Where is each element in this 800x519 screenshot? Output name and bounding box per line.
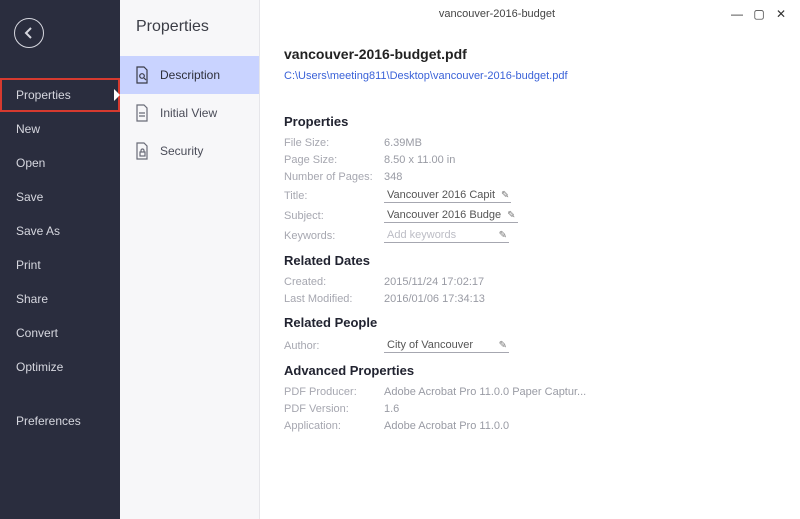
section-heading-advanced: Advanced Properties [284,363,776,378]
subpanel-item-label: Security [160,144,203,158]
section-heading-properties: Properties [284,114,776,129]
producer-label: PDF Producer: [284,386,384,398]
author-field[interactable]: City of Vancouver ✎ [384,338,509,353]
keywords-label: Keywords: [284,230,384,242]
pencil-icon: ✎ [499,340,507,351]
document-lock-icon [134,142,150,160]
title-field[interactable]: Vancouver 2016 Capit ✎ [384,188,511,203]
main-area: vancouver-2016-budget — ▢ ✕ vancouver-20… [260,0,800,519]
file-size-label: File Size: [284,137,384,149]
subpanel-item-security[interactable]: Security [120,132,259,170]
pencil-icon: ✎ [507,210,515,221]
subpanel-item-label: Initial View [160,106,217,120]
subpanel-title: Properties [120,18,259,56]
rail-item-optimize[interactable]: Optimize [0,350,120,384]
document-filename: vancouver-2016-budget.pdf [284,46,776,62]
num-pages-label: Number of Pages: [284,171,384,183]
chevron-left-icon [23,27,35,39]
title-field-text: Vancouver 2016 Capit [387,189,495,201]
application-value: Adobe Acrobat Pro 11.0.0 [384,420,509,432]
subject-field[interactable]: Vancouver 2016 Budge ✎ [384,208,518,223]
properties-subpanel: Properties Description Initial View Secu… [120,0,260,519]
document-search-icon [134,66,150,84]
subpanel-item-initial-view[interactable]: Initial View [120,94,259,132]
rail-item-save[interactable]: Save [0,180,120,214]
version-value: 1.6 [384,403,399,415]
page-size-value: 8.50 x 11.00 in [384,154,455,166]
subject-label: Subject: [284,210,384,222]
close-button[interactable]: ✕ [770,7,792,21]
document-path-link[interactable]: C:\Users\meeting811\Desktop\vancouver-20… [284,70,568,82]
application-label: Application: [284,420,384,432]
modified-label: Last Modified: [284,293,384,305]
modified-value: 2016/01/06 17:34:13 [384,293,485,305]
rail-item-preferences[interactable]: Preferences [0,404,120,438]
section-heading-people: Related People [284,315,776,330]
section-heading-dates: Related Dates [284,253,776,268]
pencil-icon: ✎ [499,230,507,241]
titlebar-document-name: vancouver-2016-budget [268,8,726,20]
rail-item-properties[interactable]: Properties [0,78,120,112]
subject-field-text: Vancouver 2016 Budge [387,209,501,221]
minimize-button[interactable]: — [726,7,748,21]
producer-value: Adobe Acrobat Pro 11.0.0 Paper Captur... [384,386,586,398]
version-label: PDF Version: [284,403,384,415]
author-label: Author: [284,340,384,352]
subpanel-item-label: Description [160,68,220,82]
rail-item-save-as[interactable]: Save As [0,214,120,248]
maximize-button[interactable]: ▢ [748,7,770,21]
back-button[interactable] [14,18,44,48]
subpanel-item-description[interactable]: Description [120,56,259,94]
created-label: Created: [284,276,384,288]
rail-item-convert[interactable]: Convert [0,316,120,350]
document-view-icon [134,104,150,122]
file-size-value: 6.39MB [384,137,422,149]
rail-item-new[interactable]: New [0,112,120,146]
keywords-field[interactable]: Add keywords ✎ [384,228,509,243]
content: vancouver-2016-budget.pdf C:\Users\meeti… [260,28,800,455]
num-pages-value: 348 [384,171,402,183]
titlebar: vancouver-2016-budget — ▢ ✕ [260,0,800,28]
created-value: 2015/11/24 17:02:17 [384,276,484,288]
pencil-icon: ✎ [501,190,509,201]
author-field-text: City of Vancouver [387,339,473,351]
page-size-label: Page Size: [284,154,384,166]
rail-item-share[interactable]: Share [0,282,120,316]
title-label: Title: [284,190,384,202]
left-rail: Properties New Open Save Save As Print S… [0,0,120,519]
rail-item-print[interactable]: Print [0,248,120,282]
rail-item-open[interactable]: Open [0,146,120,180]
keywords-placeholder: Add keywords [387,229,456,241]
